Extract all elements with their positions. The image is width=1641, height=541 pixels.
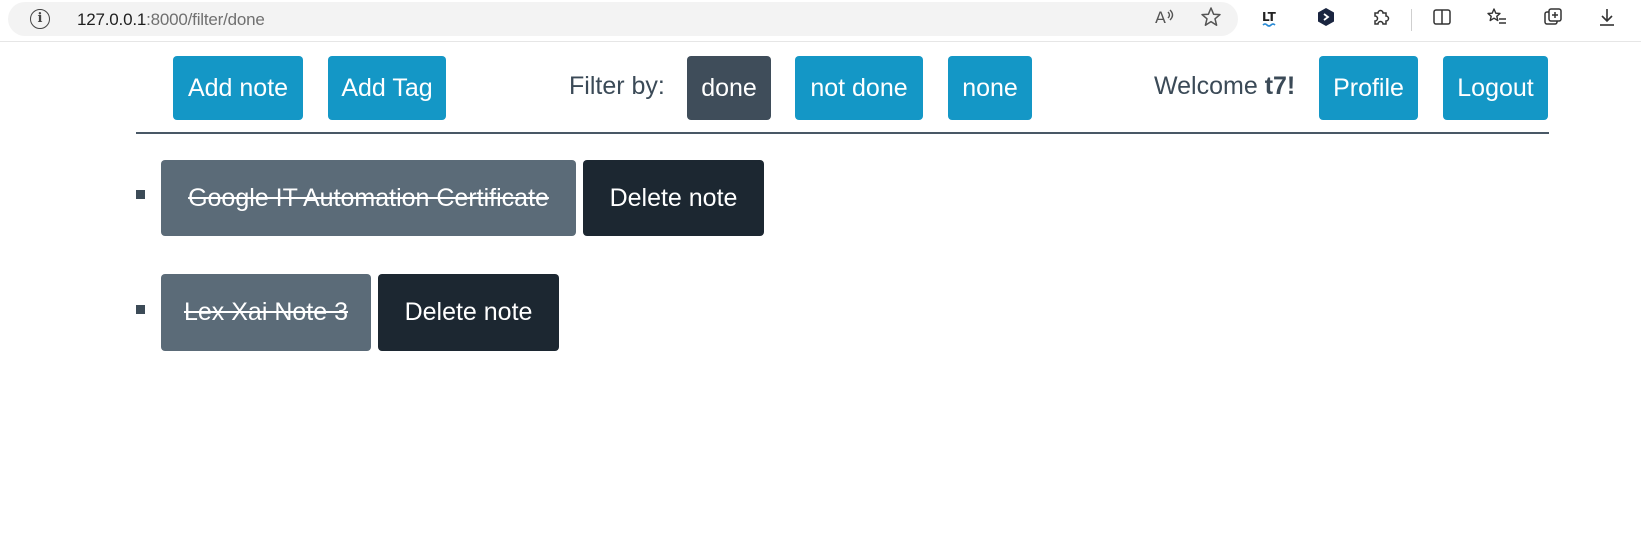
- delete-note-button[interactable]: Delete note: [583, 160, 764, 236]
- note-title-button[interactable]: Lex Xai Note 3: [161, 274, 371, 351]
- filter-none-button[interactable]: none: [948, 56, 1032, 120]
- add-tag-button[interactable]: Add Tag: [328, 56, 446, 120]
- toolbar-divider: [1411, 9, 1412, 31]
- site-info-icon[interactable]: i: [30, 9, 50, 29]
- navbar: Add note Add Tag Filter by: done not don…: [136, 42, 1549, 134]
- read-aloud-icon[interactable]: A: [1151, 6, 1177, 32]
- favorite-star-icon[interactable]: [1198, 6, 1224, 32]
- list-bullet: [136, 305, 145, 314]
- url-text[interactable]: 127.0.0.1:8000/filter/done: [77, 10, 265, 30]
- welcome-text: Welcome: [1154, 72, 1258, 100]
- collections-icon[interactable]: [1539, 6, 1567, 34]
- page-container: Add note Add Tag Filter by: done not don…: [136, 42, 1549, 351]
- filter-done-button[interactable]: done: [687, 56, 771, 120]
- svg-text:LT: LT: [1262, 10, 1277, 24]
- url-path: :8000/filter/done: [146, 10, 265, 29]
- logout-button[interactable]: Logout: [1443, 56, 1548, 120]
- split-screen-icon[interactable]: [1428, 6, 1456, 34]
- welcome-message: Welcome t7!: [1154, 72, 1295, 101]
- list-bullet: [136, 190, 145, 199]
- filter-not-done-button[interactable]: not done: [795, 56, 923, 120]
- url-host: 127.0.0.1: [77, 10, 147, 29]
- extensions-puzzle-icon[interactable]: [1367, 6, 1395, 34]
- add-note-button[interactable]: Add note: [173, 56, 303, 120]
- note-title-button[interactable]: Google IT Automation Certificate: [161, 160, 576, 236]
- extension-hexagon-icon[interactable]: [1312, 6, 1340, 34]
- username: t7!: [1264, 72, 1296, 100]
- profile-button[interactable]: Profile: [1319, 56, 1418, 120]
- languagetool-icon[interactable]: LT: [1258, 6, 1286, 34]
- filter-label: Filter by:: [569, 72, 665, 100]
- svg-text:A: A: [1155, 8, 1166, 27]
- address-bar[interactable]: i 127.0.0.1:8000/filter/done A: [8, 2, 1238, 36]
- downloads-icon[interactable]: [1593, 6, 1621, 34]
- delete-note-button[interactable]: Delete note: [378, 274, 559, 351]
- favorites-list-icon[interactable]: [1483, 6, 1511, 34]
- browser-toolbar: i 127.0.0.1:8000/filter/done A LT: [0, 0, 1641, 42]
